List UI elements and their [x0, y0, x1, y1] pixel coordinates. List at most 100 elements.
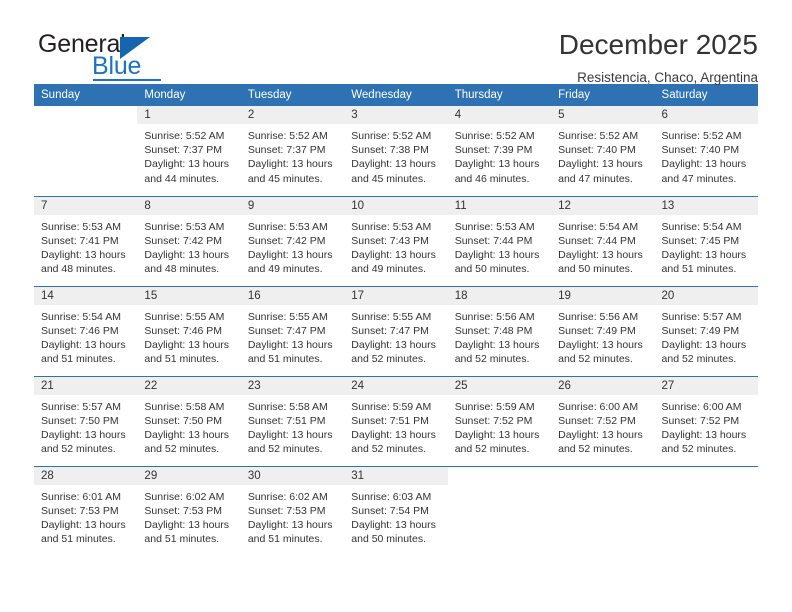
sunset-time: Sunset: 7:44 PM [558, 234, 636, 247]
daylight-duration-line1: Daylight: 13 hours [454, 428, 540, 441]
calendar-day-cell[interactable]: 4 Sunrise: 5:52 AM Sunset: 7:39 PM Daylight… [447, 106, 552, 196]
sunrise-time: Sunrise: 5:53 AM [454, 220, 535, 233]
sunset-time: Sunset: 7:50 PM [144, 414, 223, 427]
calendar-day-cell[interactable]: 11 Sunrise: 5:53 AM Sunset: 7:44 PM Dayligh… [447, 195, 552, 286]
sunset-time: Sunset: 7:42 PM [247, 234, 326, 247]
calendar-day-cell[interactable]: 7 Sunrise: 5:53 AM Sunset: 7:41 PM Daylight… [34, 195, 138, 286]
daylight-duration-line1: Daylight: 13 hours [558, 158, 643, 171]
calendar-day-cell[interactable]: 22 Sunrise: 5:58 AM Sunset: 7:50 PM Dayligh… [137, 375, 241, 466]
calendar-day-cell[interactable]: 28 Sunrise: 6:01 AM Sunset: 7:53 PM Dayligh… [34, 465, 138, 556]
daylight-duration-line1: Daylight: 13 hours [41, 338, 126, 351]
calendar-day-cell[interactable]: 27 Sunrise: 6:00 AM Sunset: 7:52 PM Dayligh… [654, 375, 758, 466]
calendar-day-cell[interactable]: 16 Sunrise: 5:55 AM Sunset: 7:47 PM Dayligh… [240, 285, 345, 376]
sunrise-time: Sunrise: 6:02 AM [247, 490, 328, 503]
sunrise-time: Sunrise: 5:53 AM [41, 220, 121, 233]
calendar-day-cell[interactable]: 9 Sunrise: 5:53 AM Sunset: 7:42 PM Daylight… [240, 195, 345, 286]
calendar-day-cell[interactable]: 21 Sunrise: 5:57 AM Sunset: 7:50 PM Dayligh… [34, 375, 138, 466]
calendar-day-cell[interactable]: 13 Sunrise: 5:54 AM Sunset: 7:45 PM Dayligh… [654, 195, 758, 286]
sunset-time: Sunset: 7:44 PM [454, 234, 533, 247]
calendar-day-cell[interactable]: 26 Sunrise: 6:00 AM Sunset: 7:52 PM Dayligh… [551, 375, 655, 466]
calendar-day-cell[interactable]: 29 Sunrise: 6:02 AM Sunset: 7:53 PM Dayligh… [137, 465, 241, 556]
day-number: 18 [447, 286, 552, 305]
day-number: 15 [137, 286, 241, 305]
day-details: Sunrise: 5:55 AM Sunset: 7:46 PM Daylight:… [137, 305, 240, 367]
calendar-day-cell[interactable]: 23 Sunrise: 5:58 AM Sunset: 7:51 PM Dayligh… [240, 375, 345, 466]
sunset-time: Sunset: 7:49 PM [558, 324, 636, 337]
daylight-duration-line2: and 47 minutes. [661, 172, 737, 185]
calendar-empty-cell [447, 465, 552, 556]
calendar-day-cell[interactable]: 24 Sunrise: 5:59 AM Sunset: 7:51 PM Dayligh… [344, 375, 448, 466]
calendar-day-cell[interactable]: 2 Sunrise: 5:52 AM Sunset: 7:37 PM Daylight… [240, 106, 345, 196]
daylight-duration-line2: and 52 minutes. [247, 443, 323, 456]
weekday-header-tuesday: Tuesday [240, 84, 345, 106]
day-details: Sunrise: 6:02 AM Sunset: 7:53 PM Daylight:… [137, 485, 240, 547]
daylight-duration-line1: Daylight: 13 hours [661, 428, 747, 441]
weekday-header-monday: Monday [137, 84, 241, 106]
title-block: December 2025 Resistencia, Chaco, Argent… [559, 28, 758, 85]
daylight-duration-line2: and 49 minutes. [351, 263, 426, 276]
sunset-time: Sunset: 7:46 PM [144, 324, 223, 337]
page-title: December 2025 [558, 29, 758, 60]
daylight-duration-line1: Daylight: 13 hours [351, 338, 436, 351]
calendar-day-cell[interactable]: 3 Sunrise: 5:52 AM Sunset: 7:38 PM Daylight… [344, 106, 448, 196]
calendar-day-cell[interactable]: 19 Sunrise: 5:56 AM Sunset: 7:49 PM Dayligh… [551, 285, 655, 376]
day-number: 21 [34, 376, 138, 395]
day-number: 23 [240, 376, 345, 395]
daylight-duration-line1: Daylight: 13 hours [661, 338, 747, 351]
daylight-duration-line1: Daylight: 13 hours [351, 248, 436, 261]
sunrise-time: Sunrise: 6:00 AM [661, 400, 742, 413]
sunset-time: Sunset: 7:52 PM [454, 414, 533, 427]
daylight-duration-line2: and 51 minutes. [41, 353, 116, 366]
day-details: Sunrise: 5:52 AM Sunset: 7:37 PM Daylight:… [137, 124, 240, 186]
calendar-header-row: Sunday Monday Tuesday Wednesday Thursday… [34, 84, 758, 106]
calendar-day-cell[interactable]: 31 Sunrise: 6:03 AM Sunset: 7:54 PM Dayligh… [344, 465, 448, 556]
sunset-time: Sunset: 7:41 PM [41, 234, 119, 247]
calendar-day-cell[interactable]: 25 Sunrise: 5:59 AM Sunset: 7:52 PM Dayligh… [447, 375, 552, 466]
calendar-day-cell[interactable]: 1 Sunrise: 5:52 AM Sunset: 7:37 PM Daylight… [137, 106, 241, 196]
sunrise-time: Sunrise: 5:59 AM [454, 400, 535, 413]
day-details: Sunrise: 6:02 AM Sunset: 7:53 PM Daylight:… [241, 485, 344, 547]
day-details: Sunrise: 5:54 AM Sunset: 7:44 PM Daylight:… [551, 215, 654, 277]
calendar-day-cell[interactable]: 20 Sunrise: 5:57 AM Sunset: 7:49 PM Dayligh… [654, 285, 758, 376]
daylight-duration-line2: and 52 minutes. [558, 353, 633, 366]
sunrise-time: Sunrise: 5:56 AM [558, 310, 639, 323]
sunset-time: Sunset: 7:40 PM [558, 144, 636, 157]
day-number: 16 [240, 286, 345, 305]
daylight-duration-line1: Daylight: 13 hours [144, 518, 230, 531]
daylight-duration-line1: Daylight: 13 hours [247, 248, 333, 261]
calendar-day-cell[interactable]: 17 Sunrise: 5:55 AM Sunset: 7:47 PM Dayligh… [344, 285, 448, 376]
calendar-day-cell[interactable]: 30 Sunrise: 6:02 AM Sunset: 7:53 PM Dayligh… [240, 465, 345, 556]
daylight-duration-line1: Daylight: 13 hours [41, 518, 126, 531]
calendar-day-cell[interactable]: 6 Sunrise: 5:52 AM Sunset: 7:40 PM Daylight… [654, 106, 758, 196]
sunrise-time: Sunrise: 5:58 AM [144, 400, 225, 413]
day-details: Sunrise: 5:59 AM Sunset: 7:51 PM Daylight:… [344, 395, 447, 457]
day-number: 8 [137, 196, 241, 215]
day-details: Sunrise: 5:59 AM Sunset: 7:52 PM Daylight:… [448, 395, 551, 457]
sunrise-time: Sunrise: 5:55 AM [144, 310, 225, 323]
daylight-duration-line1: Daylight: 13 hours [247, 338, 333, 351]
calendar-day-cell[interactable]: 5 Sunrise: 5:52 AM Sunset: 7:40 PM Daylight… [551, 106, 655, 196]
day-number: 25 [447, 376, 552, 395]
daylight-duration-line2: and 52 minutes. [454, 443, 530, 456]
day-number: 22 [137, 376, 241, 395]
day-number: 27 [654, 376, 758, 395]
calendar-day-cell[interactable]: 14 Sunrise: 5:54 AM Sunset: 7:46 PM Dayligh… [34, 285, 138, 376]
sunset-time: Sunset: 7:38 PM [351, 144, 429, 157]
daylight-duration-line1: Daylight: 13 hours [558, 338, 643, 351]
sunrise-time: Sunrise: 6:03 AM [351, 490, 432, 503]
day-number: 14 [34, 286, 138, 305]
calendar-body: 1 Sunrise: 5:52 AM Sunset: 7:37 PM Daylight… [34, 106, 758, 556]
day-details: Sunrise: 6:03 AM Sunset: 7:54 PM Daylight:… [344, 485, 447, 547]
calendar-day-cell[interactable]: 8 Sunrise: 5:53 AM Sunset: 7:42 PM Daylight… [137, 195, 241, 286]
sunset-time: Sunset: 7:51 PM [351, 414, 429, 427]
calendar-day-cell[interactable]: 18 Sunrise: 5:56 AM Sunset: 7:48 PM Dayligh… [447, 285, 552, 376]
day-details: Sunrise: 5:58 AM Sunset: 7:51 PM Daylight:… [241, 395, 344, 457]
calendar-day-cell[interactable]: 10 Sunrise: 5:53 AM Sunset: 7:43 PM Dayligh… [344, 195, 448, 286]
calendar-day-cell[interactable]: 15 Sunrise: 5:55 AM Sunset: 7:46 PM Dayligh… [137, 285, 241, 376]
sunrise-time: Sunrise: 5:52 AM [558, 130, 639, 142]
day-details: Sunrise: 5:56 AM Sunset: 7:49 PM Daylight:… [551, 305, 654, 367]
day-details: Sunrise: 6:00 AM Sunset: 7:52 PM Daylight:… [551, 395, 654, 457]
daylight-duration-line2: and 52 minutes. [558, 443, 633, 456]
sunset-time: Sunset: 7:37 PM [144, 144, 223, 157]
calendar-day-cell[interactable]: 12 Sunrise: 5:54 AM Sunset: 7:44 PM Dayligh… [551, 195, 655, 286]
